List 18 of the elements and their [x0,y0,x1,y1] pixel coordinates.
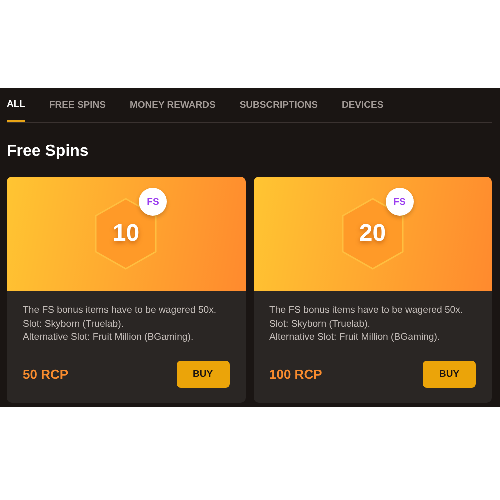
section-title: Free Spins [7,143,90,161]
hexagon-icon [340,197,405,271]
category-tab[interactable]: FREE SPINS [41,88,114,122]
spin-amount: 20 [359,220,386,248]
fs-badge: FS [139,188,168,216]
offer-description: The FS bonus items have to be wagered 50x. Slot: Skyborn (Truelab). Alternative Slot: Fruit Million (BGaming). [23,304,218,344]
category-tab[interactable]: ALL [7,88,26,122]
buy-button[interactable]: BUY [176,361,230,388]
offer-price: 100 RCP [270,367,322,382]
hexagon-icon [94,197,158,271]
offer-description: The FS bonus items have to be wagered 50x. Slot: Skyborn (Truelab). Alternative Slot: Fruit Million (BGaming). [270,304,464,344]
category-tab[interactable]: MONEY REWARDS [122,88,224,122]
fs-badge: FS [386,188,414,216]
category-tab[interactable]: DEVICES [334,88,392,122]
buy-button[interactable]: BUY [423,361,476,388]
spin-amount: 10 [112,220,140,248]
category-tab[interactable]: SUBSCRIPTIONS [232,88,326,122]
offer-price: 50 RCP [23,367,69,382]
